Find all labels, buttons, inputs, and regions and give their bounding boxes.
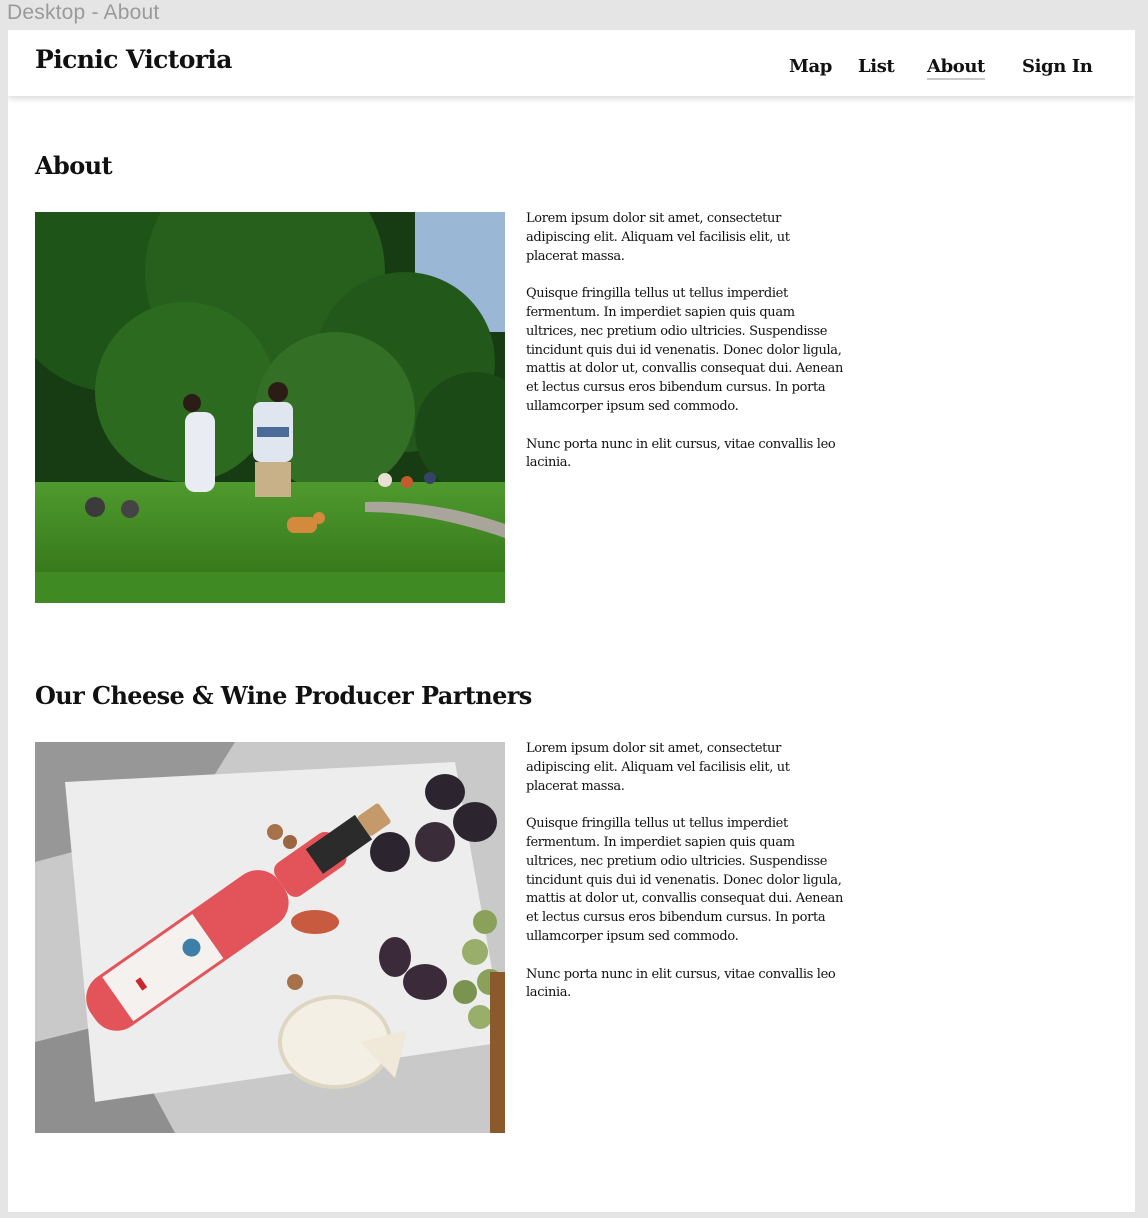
nav-link-list[interactable]: List bbox=[858, 56, 895, 77]
about-text: Lorem ipsum dolor sit amet, consectetur … bbox=[526, 210, 844, 492]
partners-paragraph-3: Nunc porta nunc in elit cursus, vitae co… bbox=[526, 966, 836, 1001]
cheese-wine-photo bbox=[35, 742, 505, 1133]
about-paragraph-1: Lorem ipsum dolor sit amet, consectetur … bbox=[526, 211, 790, 264]
top-navbar: Picnic Victoria Map List About Sign In bbox=[8, 30, 1135, 96]
nav-link-sign-in[interactable]: Sign In bbox=[1022, 56, 1093, 77]
nav-link-about[interactable]: About bbox=[927, 56, 985, 80]
about-heading: About bbox=[35, 151, 113, 180]
nav-link-map[interactable]: Map bbox=[789, 56, 832, 77]
frame-label: Desktop - About bbox=[7, 1, 160, 24]
partners-paragraph-2: Quisque fringilla tellus ut tellus imper… bbox=[526, 816, 843, 944]
partners-paragraph-1: Lorem ipsum dolor sit amet, consectetur … bbox=[526, 741, 790, 794]
partners-text: Lorem ipsum dolor sit amet, consectetur … bbox=[526, 740, 844, 1022]
park-couple-photo bbox=[35, 212, 505, 603]
about-paragraph-3: Nunc porta nunc in elit cursus, vitae co… bbox=[526, 436, 836, 471]
page-artboard: Picnic Victoria Map List About Sign In A… bbox=[8, 30, 1135, 1212]
partners-heading: Our Cheese & Wine Producer Partners bbox=[35, 681, 532, 710]
about-paragraph-2: Quisque fringilla tellus ut tellus imper… bbox=[526, 286, 843, 414]
brand-logo[interactable]: Picnic Victoria bbox=[35, 45, 232, 74]
